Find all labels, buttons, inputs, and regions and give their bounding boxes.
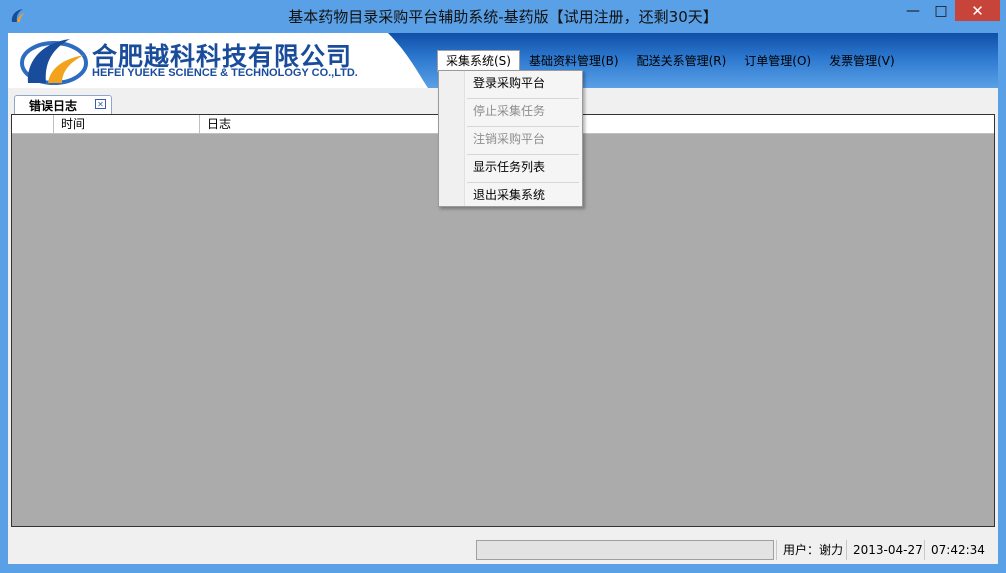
menu-item-stop-task: 停止采集任务: [473, 104, 546, 118]
status-progress-panel: [476, 540, 774, 560]
tab-label: 错误日志: [29, 99, 78, 113]
close-icon[interactable]: ✕: [95, 99, 106, 109]
status-time: 07:42:34: [924, 540, 991, 560]
dropdown-icon-gutter: [439, 71, 465, 206]
menu-bar: 采集系统(S) 基础资料管理(B) 配送关系管理(R) 订单管理(O) 发票管理…: [437, 50, 904, 72]
menu-item-login-platform[interactable]: 登录采购平台: [465, 72, 582, 94]
menu-separator: [467, 126, 579, 127]
menu-item-show-task-list[interactable]: 显示任务列表: [465, 156, 582, 178]
menu-item-exit-system[interactable]: 退出采集系统: [465, 184, 582, 206]
tab-error-log[interactable]: 错误日志 ✕: [14, 95, 112, 114]
menu-collect-system[interactable]: 采集系统(S): [437, 50, 520, 72]
menu-separator: [467, 154, 579, 155]
menu-delivery-relations[interactable]: 配送关系管理(R): [628, 50, 736, 72]
close-button[interactable]: ✕: [955, 0, 1000, 21]
column-header-time[interactable]: 时间: [54, 115, 200, 133]
status-user: 用户：谢力: [776, 540, 849, 560]
window-title: 基本药物目录采购平台辅助系统-基药版【试用注册，还剩30天】: [288, 8, 718, 26]
app-window: 基本药物目录采购平台辅助系统-基药版【试用注册，还剩30天】 — □ ✕ 合肥越…: [0, 0, 1006, 573]
title-bar[interactable]: 基本药物目录采购平台辅助系统-基药版【试用注册，还剩30天】 — □ ✕: [0, 0, 1006, 33]
company-name-en: HEFEI YUEKE SCIENCE & TECHNOLOGY CO.,LTD…: [92, 67, 358, 79]
company-logo-icon: [20, 39, 88, 85]
status-date: 2013-04-27: [846, 540, 929, 560]
menu-invoices[interactable]: 发票管理(V): [820, 50, 904, 72]
column-header-log[interactable]: 日志: [200, 115, 994, 133]
collect-system-dropdown: 登录采购平台 停止采集任务 注销采购平台 显示任务列表 退出采集系统: [438, 70, 583, 207]
status-bar: 用户：谢力 2013-04-27 07:42:34: [8, 535, 998, 564]
menu-separator: [467, 182, 579, 183]
menu-item-logout-platform: 注销采购平台: [473, 132, 546, 146]
minimize-button[interactable]: —: [898, 0, 928, 21]
menu-separator: [467, 98, 579, 99]
maximize-button[interactable]: □: [928, 0, 954, 21]
menu-orders[interactable]: 订单管理(O): [735, 50, 820, 72]
column-header-row-indicator[interactable]: [12, 115, 54, 133]
menu-basic-data[interactable]: 基础资料管理(B): [520, 50, 628, 72]
